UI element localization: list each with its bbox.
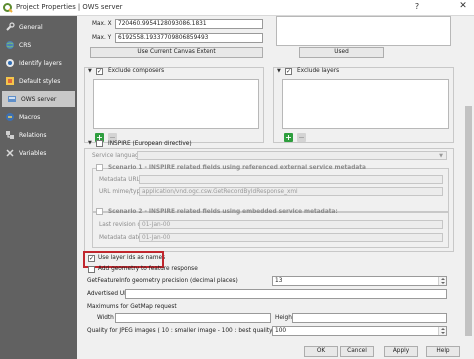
sidebar-item-label: OWS server (21, 95, 57, 103)
sidebar-item-variables[interactable]: Variables (0, 145, 77, 161)
remove-layer-button[interactable] (297, 133, 306, 142)
jpeg-quality-spinbox[interactable]: 100 (272, 326, 447, 336)
exclude-composers-list[interactable] (93, 79, 259, 129)
add-geometry-label: Add geometry to feature response (98, 266, 198, 272)
gfi-precision-value: 13 (275, 278, 283, 284)
last-revision-input[interactable]: 01-Jan-00 (139, 220, 443, 229)
jpeg-quality-label: Quality for JPEG images ( 10 : smaller i… (87, 328, 277, 334)
vertical-scrollbar[interactable] (463, 16, 474, 344)
service-language-label: Service language (92, 153, 143, 159)
exclude-composers-label: Exclude composers (108, 68, 165, 74)
spinner-arrows-icon[interactable] (438, 327, 446, 335)
width-label: Width (97, 315, 114, 321)
add-geometry-checkbox[interactable] (88, 266, 95, 273)
relations-icon (4, 130, 15, 141)
service-language-select[interactable]: ▼ (137, 151, 447, 160)
maximums-label: Maximums for GetMap request (87, 304, 177, 310)
inspire-title: INSPIRE (European directive) (108, 141, 192, 147)
advertised-url-input[interactable] (125, 289, 447, 299)
sidebar-item-label: Variables (19, 149, 47, 157)
scenario1-checkbox[interactable] (96, 164, 103, 171)
sidebar-item-ows-server[interactable]: OWS server (2, 91, 75, 107)
sidebar-item-crs[interactable]: CRS (0, 37, 77, 53)
sidebar-item-identify-layers[interactable]: Identify layers (0, 55, 77, 71)
window-titlebar: Project Properties | OWS server ? ✕ (0, 0, 474, 16)
gfi-precision-label: GetFeatureInfo geometry precision (decim… (87, 278, 238, 284)
inspire-checkbox[interactable] (96, 140, 103, 147)
sidebar: General CRS Identify layers Default styl… (0, 16, 77, 359)
collapse-arrow-icon[interactable]: ▼ (88, 68, 92, 74)
close-window-button[interactable]: ✕ (457, 1, 469, 11)
max-width-input[interactable] (115, 313, 271, 323)
exclude-layers-checkbox[interactable]: ✓ (285, 68, 292, 75)
max-y-input[interactable]: 6192558.19337709806859493 (115, 33, 263, 43)
sidebar-item-label: Default styles (19, 77, 61, 85)
sidebar-item-label: Relations (19, 131, 47, 139)
ok-button[interactable]: OK (304, 346, 338, 357)
jpeg-quality-value: 100 (275, 328, 287, 334)
sidebar-item-label: CRS (19, 41, 32, 49)
exclude-layers-list[interactable] (282, 79, 449, 129)
scenario2-group (92, 212, 449, 248)
collapse-arrow-icon[interactable]: ▼ (277, 68, 281, 74)
max-y-label: Max. Y (92, 35, 112, 41)
identify-icon (4, 58, 15, 69)
metadata-date-label: Metadata date (99, 235, 142, 241)
globe-icon (4, 40, 15, 51)
ows-icon (6, 94, 17, 105)
sidebar-item-general[interactable]: General (0, 19, 77, 35)
sidebar-item-default-styles[interactable]: Default styles (0, 73, 77, 89)
styles-icon (4, 76, 15, 87)
scenario2-checkbox[interactable] (96, 208, 103, 215)
scenario2-title: Scenario 2 - INSPIRE related fields usin… (108, 209, 338, 215)
metadata-url-input[interactable] (139, 175, 443, 184)
sidebar-item-label: Identify layers (19, 59, 62, 67)
exclude-layers-label: Exclude layers (297, 68, 340, 74)
dialog-button-bar: OK Cancel Apply Help (77, 344, 474, 359)
exclude-composers-checkbox[interactable]: ✓ (96, 68, 103, 75)
sidebar-item-macros[interactable]: Macros (0, 109, 77, 125)
url-mime-label: URL mime/type (99, 189, 144, 195)
scenario1-title: Scenario 1 - INSPIRE related fields usin… (108, 165, 366, 171)
max-x-input[interactable]: 720460.9954128093086.1831 (115, 19, 263, 29)
max-x-label: Max. X (92, 21, 112, 27)
chevron-down-icon: ▼ (439, 153, 443, 159)
use-canvas-extent-button[interactable]: Use Current Canvas Extent (90, 47, 263, 58)
help-titlebar-button[interactable]: ? (411, 2, 423, 11)
metadata-url-label: Metadata URL (99, 177, 140, 183)
sidebar-item-label: Macros (19, 113, 41, 121)
cancel-button[interactable]: Cancel (340, 346, 374, 357)
metadata-date-input[interactable]: 01-Jan-00 (139, 233, 443, 242)
max-height-input[interactable] (292, 313, 447, 323)
sidebar-item-label: General (19, 23, 43, 31)
wrench-icon (4, 22, 15, 33)
qgis-logo-icon (3, 3, 13, 13)
spinner-arrows-icon[interactable] (438, 277, 446, 285)
collapse-arrow-icon[interactable]: ▼ (88, 140, 92, 146)
add-layer-button[interactable]: + (284, 133, 293, 142)
window-title: Project Properties | OWS server (16, 3, 123, 11)
url-mime-input[interactable]: application/vnd.ogc.csw.GetRecordByIdRes… (139, 187, 443, 196)
macros-icon (4, 112, 15, 123)
apply-button[interactable]: Apply (384, 346, 418, 357)
crs-list-panel[interactable] (276, 16, 451, 46)
scrollbar-thumb[interactable] (465, 106, 472, 336)
gfi-precision-spinbox[interactable]: 13 (272, 276, 447, 286)
ows-server-settings: Max. X 720460.9954128093086.1831 Max. Y … (77, 16, 474, 359)
variables-icon (4, 148, 15, 159)
help-button[interactable]: Help (426, 346, 460, 357)
sidebar-item-relations[interactable]: Relations (0, 127, 77, 143)
used-button[interactable]: Used (299, 47, 384, 58)
